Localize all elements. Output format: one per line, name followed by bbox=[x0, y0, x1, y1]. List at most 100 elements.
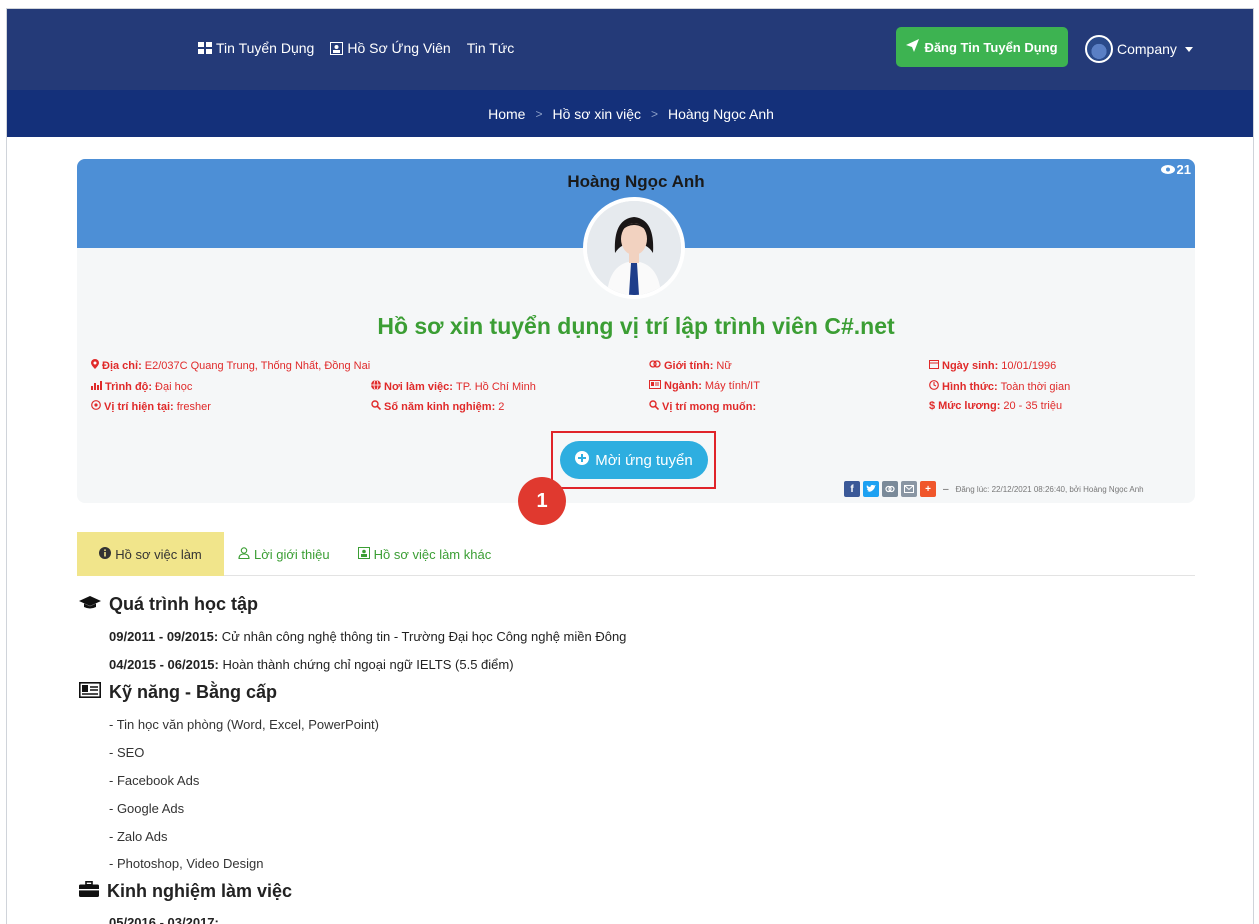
skill-item: - Photoshop, Video Design bbox=[109, 856, 264, 871]
cv-title: Hồ sơ xin tuyển dụng vị trí lập trình vi… bbox=[377, 313, 895, 339]
invite-label: Mời ứng tuyển bbox=[595, 451, 693, 469]
account-label: Company bbox=[1117, 41, 1177, 57]
info-icon bbox=[99, 546, 112, 562]
briefcase-icon bbox=[79, 881, 99, 902]
invite-highlight-box: Mời ứng tuyển bbox=[551, 431, 716, 489]
target-icon bbox=[91, 400, 101, 413]
info-level: Trình độ: Đại học bbox=[91, 380, 192, 393]
info-value: 10/01/1996 bbox=[1001, 359, 1057, 372]
section-title-text: Quá trình học tập bbox=[109, 594, 259, 614]
info-value: Máy tính/IT bbox=[704, 380, 760, 392]
info-value: fresher bbox=[176, 400, 211, 413]
candidate-name: Hoàng Ngọc Anh bbox=[567, 172, 705, 191]
view-count: 21 bbox=[1160, 162, 1191, 177]
info-value: Đại học bbox=[155, 380, 193, 393]
nav-link-label: Hồ Sơ Ứng Viên bbox=[347, 40, 451, 56]
add-share-icon[interactable]: + bbox=[920, 481, 936, 497]
profile-card: Hoàng Ngọc Anh 21 Hồ sơ xin tuyển dụng v… bbox=[77, 159, 1195, 503]
info-position: Vị trí hiện tại: fresher bbox=[91, 400, 211, 413]
post-job-label: Đăng Tin Tuyển Dụng bbox=[924, 39, 1058, 55]
paper-plane-icon bbox=[906, 39, 920, 55]
link-icon[interactable] bbox=[882, 481, 898, 497]
info-value: 2 bbox=[498, 400, 505, 413]
experience-period: 05/2016 - 03/2017: bbox=[109, 915, 219, 924]
skills-heading: Kỹ năng - Bằng cấp bbox=[79, 682, 277, 703]
experience-item: 05/2016 - 03/2017: bbox=[109, 915, 219, 924]
step-number-badge: 1 bbox=[518, 477, 566, 525]
info-value: Toàn thời gian bbox=[1000, 380, 1071, 393]
breadcrumb-home[interactable]: Home bbox=[488, 106, 525, 122]
twitter-icon[interactable] bbox=[863, 481, 879, 497]
breadcrumb-cv-list[interactable]: Hồ sơ xin việc bbox=[552, 106, 641, 122]
tab-cv[interactable]: Hồ sơ việc làm bbox=[77, 532, 224, 576]
tab-label: Lời giới thiệu bbox=[254, 546, 330, 562]
info-dob: Ngày sinh: 10/01/1996 bbox=[929, 359, 1056, 372]
nav-links: Tin Tuyển Dụng Hồ Sơ Ứng Viên Tin Tức bbox=[198, 40, 514, 56]
id-card-icon bbox=[330, 41, 344, 55]
facebook-icon[interactable]: f bbox=[844, 481, 860, 497]
education-period: 04/2015 - 06/2015: bbox=[109, 657, 219, 672]
id-card-icon bbox=[79, 682, 101, 703]
info-label: Ngày sinh: bbox=[942, 359, 999, 372]
share-separator: – bbox=[943, 483, 949, 495]
info-gender: Giới tính: Nữ bbox=[649, 359, 732, 372]
education-item: 09/2011 - 09/2015: Cử nhân công nghệ thô… bbox=[109, 629, 626, 644]
nav-link-jobs[interactable]: Tin Tuyển Dụng bbox=[198, 40, 314, 56]
skill-item: - Google Ads bbox=[109, 801, 185, 816]
posted-info: Đăng lúc: 22/12/2021 08:26:40, bởi Hoàng… bbox=[955, 484, 1144, 494]
bar-chart-icon bbox=[91, 380, 102, 393]
breadcrumb-separator-icon: > bbox=[651, 106, 659, 121]
info-experience-years: Số năm kinh nghiệm: 2 bbox=[371, 400, 504, 413]
view-count-value: 21 bbox=[1176, 162, 1191, 177]
graduation-cap-icon bbox=[79, 594, 101, 615]
section-title-text: Kinh nghiệm làm việc bbox=[107, 881, 293, 901]
clock-icon bbox=[929, 380, 939, 393]
skill-item: - Zalo Ads bbox=[109, 829, 168, 844]
info-address: Địa chỉ: E2/037C Quang Trung, Thống Nhất… bbox=[91, 359, 370, 372]
info-type: Hình thức: Toàn thời gian bbox=[929, 380, 1070, 393]
tab-introduction[interactable]: Lời giới thiệu bbox=[224, 532, 344, 576]
calendar-icon bbox=[929, 359, 939, 372]
education-item: 04/2015 - 06/2015: Hoàn thành chứng chỉ … bbox=[109, 657, 514, 672]
tab-label: Hồ sơ việc làm khác bbox=[373, 546, 492, 562]
email-icon[interactable] bbox=[901, 481, 917, 497]
user-icon bbox=[238, 546, 250, 562]
gender-icon bbox=[649, 359, 661, 372]
search-icon bbox=[649, 400, 660, 413]
nav-link-candidates[interactable]: Hồ Sơ Ứng Viên bbox=[330, 40, 451, 56]
info-value: 20 - 35 triệu bbox=[1003, 400, 1063, 412]
globe-icon bbox=[371, 379, 381, 393]
breadcrumb: Home > Hồ sơ xin việc > Hoàng Ngọc Anh bbox=[7, 90, 1253, 137]
info-label: Nơi làm việc: bbox=[384, 380, 453, 393]
info-salary: $ Mức lương: 20 - 35 triệu bbox=[929, 400, 1062, 412]
map-marker-icon bbox=[91, 359, 99, 372]
info-desired-position: Vị trí mong muốn: bbox=[649, 400, 759, 413]
dollar-icon: $ bbox=[929, 400, 936, 412]
candidate-photo bbox=[583, 197, 685, 299]
skill-item: - Facebook Ads bbox=[109, 773, 200, 788]
section-title-text: Kỹ năng - Bằng cấp bbox=[109, 682, 278, 702]
top-navbar: Tin Tuyển Dụng Hồ Sơ Ứng Viên Tin Tức Đă… bbox=[7, 9, 1253, 90]
skill-item: - SEO bbox=[109, 745, 145, 760]
tab-other-cvs[interactable]: Hồ sơ việc làm khác bbox=[344, 532, 506, 576]
eye-icon bbox=[1160, 162, 1175, 177]
info-label: Giới tính: bbox=[664, 359, 714, 372]
info-label: Vị trí hiện tại: bbox=[104, 400, 174, 413]
info-label: Địa chỉ: bbox=[102, 359, 142, 372]
education-period: 09/2011 - 09/2015: bbox=[109, 629, 219, 644]
nav-link-news[interactable]: Tin Tức bbox=[467, 40, 515, 56]
invite-to-apply-button[interactable]: Mời ứng tuyển bbox=[560, 441, 708, 479]
chevron-down-icon bbox=[1184, 46, 1193, 52]
id-card-icon bbox=[357, 546, 370, 562]
info-label: Mức lương: bbox=[938, 400, 1001, 412]
profile-tabs: Hồ sơ việc làm Lời giới thiệu Hồ sơ việc… bbox=[77, 532, 1195, 576]
education-text: Hoàn thành chứng chỉ ngoại ngữ IELTS (5.… bbox=[222, 657, 514, 672]
tab-label: Hồ sơ việc làm bbox=[115, 546, 202, 562]
post-job-button[interactable]: Đăng Tin Tuyển Dụng bbox=[896, 27, 1068, 67]
account-menu[interactable]: Company bbox=[1085, 35, 1193, 63]
info-label: Số năm kinh nghiệm: bbox=[384, 400, 496, 413]
grid-icon bbox=[198, 42, 212, 54]
education-heading: Quá trình học tập bbox=[79, 594, 258, 615]
info-industry: Ngành: Máy tính/IT bbox=[649, 380, 760, 392]
info-value: TP. Hồ Chí Minh bbox=[455, 380, 536, 393]
